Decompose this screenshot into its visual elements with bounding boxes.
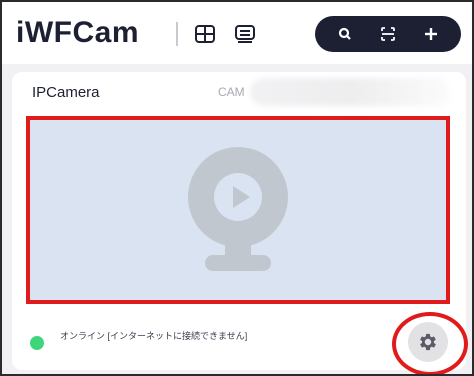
add-icon <box>425 28 438 40</box>
grid-view-icon[interactable] <box>192 22 218 46</box>
status-text: オンライン [インターネットに接続できません] <box>60 331 248 341</box>
live-preview[interactable] <box>26 116 450 304</box>
app-title: iWFCam <box>16 16 139 49</box>
list-view-icon[interactable] <box>232 22 258 46</box>
settings-highlight-ring <box>392 312 468 374</box>
top-bar: iWFCam <box>2 2 472 64</box>
action-toolbar <box>315 16 461 52</box>
title-divider <box>176 22 178 46</box>
camera-id-redaction <box>250 78 450 106</box>
scan-icon <box>381 27 395 41</box>
add-button[interactable] <box>416 19 446 49</box>
search-button[interactable] <box>330 19 360 49</box>
camera-id: CAM <box>218 85 245 99</box>
camera-play-icon <box>188 147 288 271</box>
app-window: iWFCam IPCamera CAM オンライン [インターネットに接続できま… <box>0 0 474 376</box>
search-icon <box>338 27 351 40</box>
camera-name: IPCamera <box>32 84 100 101</box>
status-indicator <box>30 336 44 350</box>
scan-button[interactable] <box>373 19 403 49</box>
device-card[interactable]: IPCamera CAM オンライン [インターネットに接続できません] <box>12 72 468 374</box>
